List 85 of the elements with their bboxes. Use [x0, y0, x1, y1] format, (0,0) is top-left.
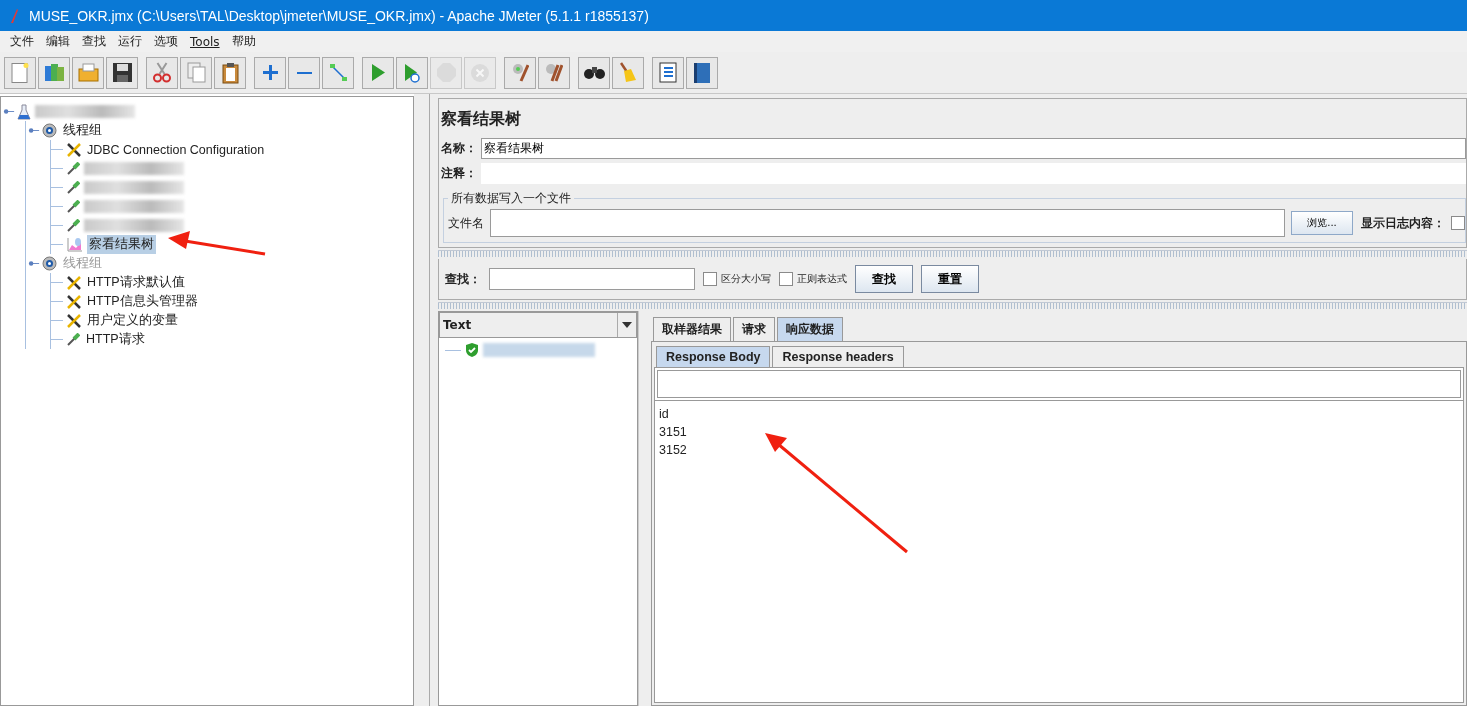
clipboard-icon: [221, 61, 239, 84]
menu-item[interactable]: 选项: [148, 33, 184, 50]
minus-icon: [295, 71, 313, 74]
checkbox-label: 正则表达式: [797, 272, 847, 286]
caret-icon: [621, 321, 633, 329]
search-button[interactable]: 重置: [921, 265, 979, 293]
graph-icon: [67, 237, 83, 252]
brooms-gear-icon: [545, 63, 563, 82]
menu-item[interactable]: 运行: [112, 33, 148, 50]
tab[interactable]: 响应数据: [777, 317, 843, 341]
pipette-icon: [67, 162, 80, 175]
binoculars-icon: [582, 65, 606, 80]
broom-gear-icon: [511, 63, 529, 82]
filename-field[interactable]: [490, 209, 1285, 237]
wrench-icon: [67, 275, 81, 290]
checkbox[interactable]: [703, 272, 717, 286]
gear-icon: [42, 256, 57, 271]
folder-icon: [77, 63, 99, 82]
books-icon: [43, 63, 65, 82]
blurred-label[interactable]: [84, 219, 184, 232]
blank-page-icon: [10, 61, 30, 84]
field-label: 名称：: [441, 140, 478, 157]
pipette-icon: [67, 181, 80, 194]
search-field[interactable]: [489, 268, 695, 290]
play-clock-icon: [404, 62, 420, 83]
splitter-bar[interactable]: [438, 302, 1467, 309]
tab[interactable]: 请求: [733, 317, 775, 341]
blurred-label[interactable]: [35, 105, 135, 118]
response-line: 3151: [659, 425, 688, 441]
pipette-icon: [67, 200, 80, 213]
name-field[interactable]: 察看结果树: [481, 138, 1466, 159]
help-book-icon: [693, 61, 711, 84]
copy-icon: [186, 62, 206, 83]
wrench-icon: [67, 294, 81, 309]
field-label: 文件名: [448, 214, 484, 232]
expand-handle-icon[interactable]: [3, 108, 15, 115]
tab[interactable]: 取样器结果: [653, 317, 731, 341]
browse-button[interactable]: 浏览...: [1291, 211, 1353, 235]
pipette-icon: [67, 219, 80, 232]
tree-item[interactable]: 线程组: [61, 121, 104, 140]
blurred-label[interactable]: [84, 162, 184, 175]
list-icon: [659, 62, 677, 83]
flask-icon: [17, 103, 31, 120]
response-line: 3152: [659, 443, 688, 459]
search-field[interactable]: [657, 370, 1461, 398]
blurred-label[interactable]: [84, 200, 184, 213]
panel-title: 察看结果树: [441, 108, 522, 130]
toolbar-button[interactable]: [578, 56, 610, 89]
tree-item[interactable]: 察看结果树: [87, 235, 156, 254]
wrench-icon: [67, 142, 81, 157]
log-checkbox[interactable]: [1451, 216, 1465, 230]
response-line: id: [659, 407, 670, 423]
cross-circle-icon: [470, 62, 490, 83]
broom-icon: [619, 62, 637, 83]
menu-item[interactable]: Tools: [184, 34, 226, 49]
tree-item[interactable]: JDBC Connection Configuration: [85, 141, 267, 158]
field-label: 查找：: [445, 270, 481, 288]
menu-item[interactable]: 查找: [76, 33, 112, 50]
expand-handle-icon[interactable]: [28, 127, 40, 134]
tab[interactable]: Response Body: [656, 346, 771, 367]
tab[interactable]: Response headers: [772, 346, 904, 367]
field-label: 注释：: [441, 165, 478, 182]
pipette-icon: [67, 333, 80, 346]
plus-icon: [261, 64, 279, 81]
menu-item[interactable]: 编辑: [40, 33, 76, 50]
play-icon: [370, 63, 386, 82]
field-label: 显示日志内容：: [1361, 214, 1445, 232]
wrench-icon: [67, 313, 81, 328]
gear-icon: [42, 123, 57, 138]
renderer-dropdown[interactable]: Text: [439, 312, 637, 338]
shield-check-icon: [465, 342, 479, 358]
toolbar-button[interactable]: [214, 56, 246, 89]
checkbox[interactable]: [779, 272, 793, 286]
search-button[interactable]: 查找: [855, 265, 913, 293]
blurred-label[interactable]: [84, 181, 184, 194]
scissors-icon: [153, 62, 171, 83]
menu-item[interactable]: 帮助: [225, 33, 262, 50]
toolbar-button[interactable]: [686, 56, 718, 89]
checkbox-label: 区分大小写: [721, 272, 771, 286]
window-title: MUSE_OKR.jmx (C:\Users\TAL\Desktop\jmeter\MUSE_OKR.jmx) - Apache JMeter (5.1.1 r1855137): [29, 7, 649, 24]
splitter-bar[interactable]: [438, 250, 1467, 257]
comment-field[interactable]: [481, 163, 1466, 184]
toolbar-button[interactable]: [106, 56, 138, 89]
group-title: 所有数据写入一个文件: [448, 190, 574, 207]
menu-item[interactable]: 文件: [4, 33, 40, 50]
